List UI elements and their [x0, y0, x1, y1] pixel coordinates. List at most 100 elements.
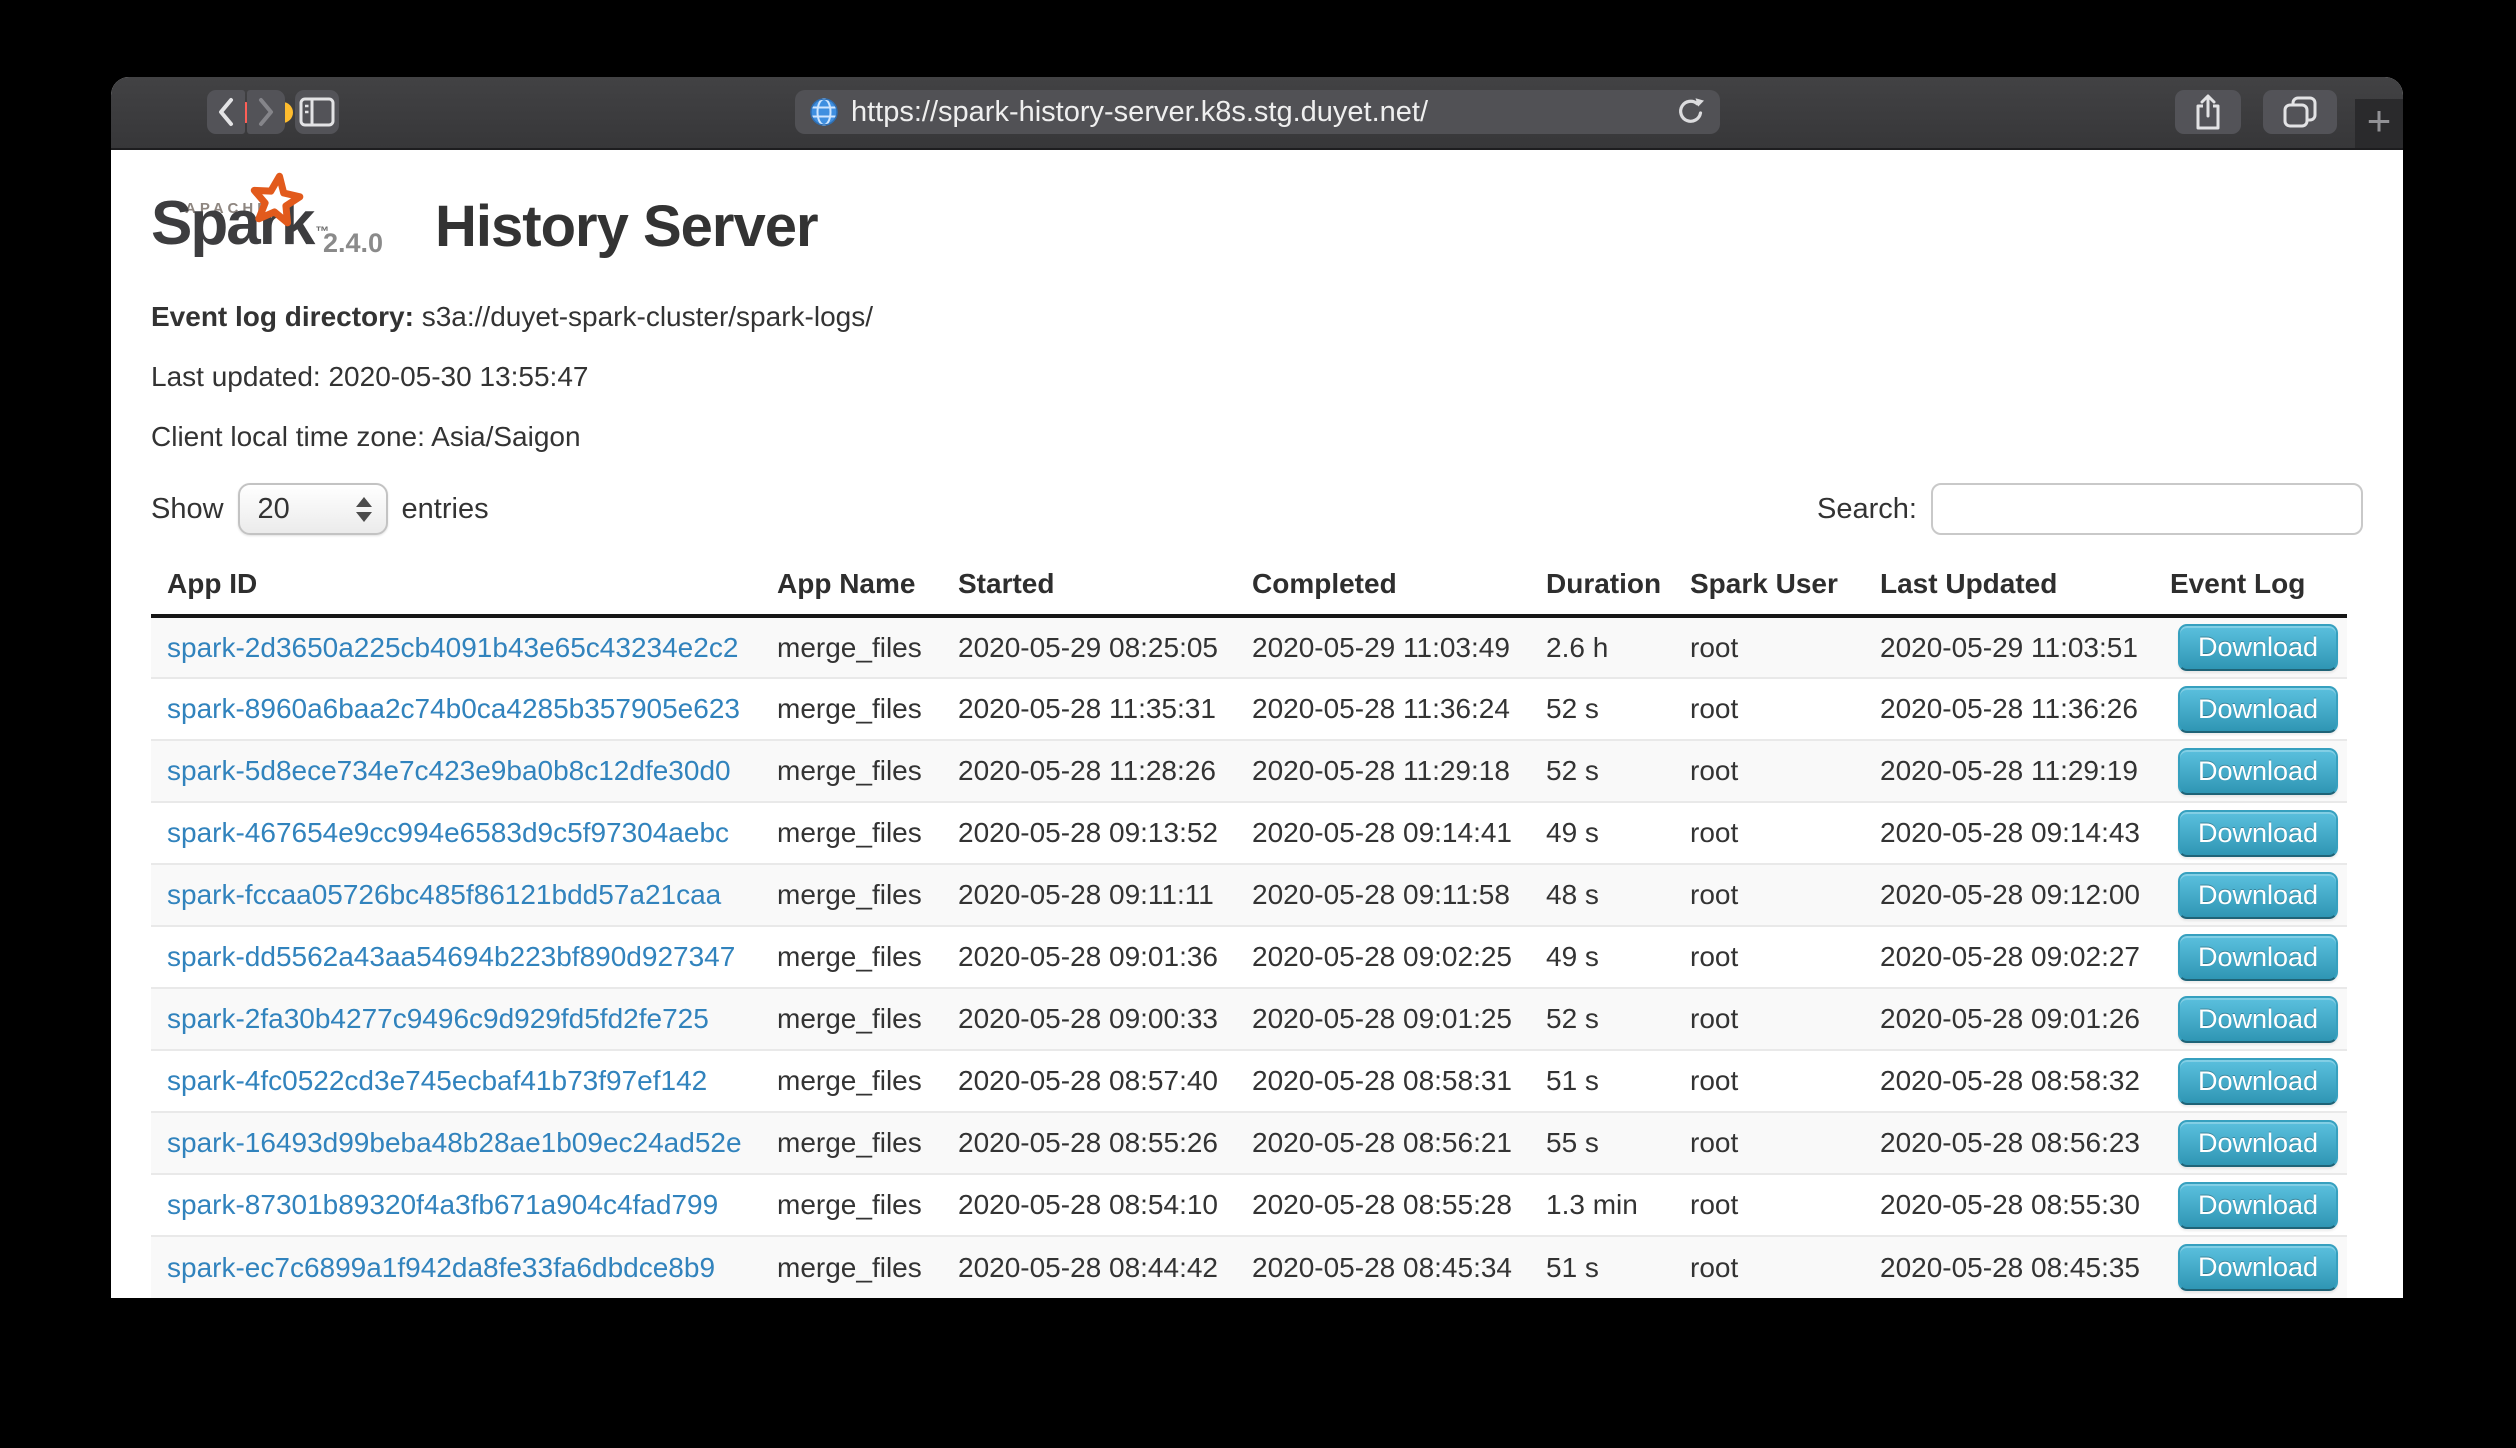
spark-user-cell: root — [1674, 616, 1864, 678]
page-header: APACHE Spark™ 2.4.0 History Server — [151, 174, 2363, 262]
column-header-app-id[interactable]: App ID — [151, 554, 761, 616]
download-button[interactable]: Download — [2178, 624, 2338, 671]
app-id-cell: spark-ec7c6899a1f942da8fe33fa6dbdce8b9 — [151, 1236, 761, 1298]
last-updated-cell: 2020-05-28 09:01:26 — [1864, 988, 2154, 1050]
tabs-icon — [2282, 95, 2318, 129]
app-id-link[interactable]: spark-ec7c6899a1f942da8fe33fa6dbdce8b9 — [167, 1252, 715, 1283]
column-header-last-updated[interactable]: Last Updated — [1864, 554, 2154, 616]
chevron-left-icon — [215, 96, 237, 128]
spark-user-cell: root — [1674, 678, 1864, 740]
app-id-cell: spark-4fc0522cd3e745ecbaf41b73f97ef142 — [151, 1050, 761, 1112]
table-row: spark-467654e9cc994e6583d9c5f97304aebcme… — [151, 802, 2347, 864]
event-log-cell: Download — [2154, 988, 2347, 1050]
duration-cell: 51 s — [1530, 1236, 1674, 1298]
download-button[interactable]: Download — [2178, 748, 2338, 795]
started-cell: 2020-05-28 09:00:33 — [942, 988, 1236, 1050]
app-id-link[interactable]: spark-4fc0522cd3e745ecbaf41b73f97ef142 — [167, 1065, 707, 1096]
chevron-right-icon — [255, 96, 277, 128]
column-header-duration[interactable]: Duration — [1530, 554, 1674, 616]
table-row: spark-5d8ece734e7c423e9ba0b8c12dfe30d0me… — [151, 740, 2347, 802]
event-log-cell: Download — [2154, 864, 2347, 926]
refresh-button[interactable] — [1676, 96, 1706, 128]
started-cell: 2020-05-28 08:55:26 — [942, 1112, 1236, 1174]
column-header-app-name[interactable]: App Name — [761, 554, 942, 616]
browser-window: https://spark-history-server.k8s.stg.duy… — [111, 77, 2403, 1298]
spark-history-page: APACHE Spark™ 2.4.0 History Server Event… — [111, 150, 2403, 1298]
forward-button[interactable] — [247, 90, 285, 134]
spark-user-cell: root — [1674, 864, 1864, 926]
event-log-cell: Download — [2154, 926, 2347, 988]
duration-cell: 48 s — [1530, 864, 1674, 926]
spark-version: 2.4.0 — [323, 228, 383, 259]
column-header-event-log[interactable]: Event Log — [2154, 554, 2347, 616]
app-id-cell: spark-16493d99beba48b28ae1b09ec24ad52e — [151, 1112, 761, 1174]
app-id-link[interactable]: spark-8960a6baa2c74b0ca4285b357905e623 — [167, 693, 740, 724]
download-button[interactable]: Download — [2178, 996, 2338, 1043]
completed-cell: 2020-05-28 11:29:18 — [1236, 740, 1530, 802]
column-header-started[interactable]: Started — [942, 554, 1236, 616]
app-id-link[interactable]: spark-16493d99beba48b28ae1b09ec24ad52e — [167, 1127, 742, 1158]
table-row: spark-8960a6baa2c74b0ca4285b357905e623me… — [151, 678, 2347, 740]
sidebar-toggle-button[interactable] — [295, 90, 339, 134]
search-area: Search: — [1817, 483, 2363, 535]
duration-cell: 52 s — [1530, 740, 1674, 802]
search-input[interactable] — [1931, 483, 2363, 535]
app-id-link[interactable]: spark-fccaa05726bc485f86121bdd57a21caa — [167, 879, 721, 910]
app-id-link[interactable]: spark-2d3650a225cb4091b43e65c43234e2c2 — [167, 632, 738, 663]
spark-user-cell: root — [1674, 740, 1864, 802]
last-updated-cell: 2020-05-28 11:29:19 — [1864, 740, 2154, 802]
download-button[interactable]: Download — [2178, 934, 2338, 981]
table-row: spark-4fc0522cd3e745ecbaf41b73f97ef142 me… — [151, 1050, 2347, 1112]
app-name-cell: merge_files — [761, 926, 942, 988]
share-button[interactable] — [2175, 90, 2241, 134]
browser-toolbar: https://spark-history-server.k8s.stg.duy… — [111, 77, 2403, 150]
address-bar[interactable]: https://spark-history-server.k8s.stg.duy… — [795, 90, 1720, 134]
page-size-select[interactable]: 20 — [238, 483, 388, 535]
download-button[interactable]: Download — [2178, 1058, 2338, 1105]
completed-cell: 2020-05-28 08:55:28 — [1236, 1174, 1530, 1236]
event-log-cell: Download — [2154, 1174, 2347, 1236]
tabs-overview-button[interactable] — [2263, 90, 2337, 134]
duration-cell: 52 s — [1530, 988, 1674, 1050]
started-cell: 2020-05-28 09:13:52 — [942, 802, 1236, 864]
download-button[interactable]: Download — [2178, 810, 2338, 857]
back-button[interactable] — [207, 90, 245, 134]
column-header-spark-user[interactable]: Spark User — [1674, 554, 1864, 616]
column-header-completed[interactable]: Completed — [1236, 554, 1530, 616]
download-button[interactable]: Download — [2178, 1120, 2338, 1167]
app-id-cell: spark-2d3650a225cb4091b43e65c43234e2c2 — [151, 616, 761, 678]
sidebar-icon — [299, 97, 335, 127]
app-id-link[interactable]: spark-2fa30b4277c9496c9d929fd5fd2fe725 — [167, 1003, 709, 1034]
started-cell: 2020-05-29 08:25:05 — [942, 616, 1236, 678]
last-updated-cell: 2020-05-28 09:14:43 — [1864, 802, 2154, 864]
app-id-link[interactable]: spark-87301b89320f4a3fb671a904c4fad799 — [167, 1189, 718, 1220]
last-updated-cell: 2020-05-28 08:45:35 — [1864, 1236, 2154, 1298]
download-button[interactable]: Download — [2178, 686, 2338, 733]
completed-cell: 2020-05-28 09:11:58 — [1236, 864, 1530, 926]
table-row: spark-87301b89320f4a3fb671a904c4fad799me… — [151, 1174, 2347, 1236]
app-id-link[interactable]: spark-467654e9cc994e6583d9c5f97304aebc — [167, 817, 729, 848]
download-button[interactable]: Download — [2178, 1244, 2338, 1291]
app-name-cell: merge_files — [761, 1050, 942, 1112]
table-row: spark-ec7c6899a1f942da8fe33fa6dbdce8b9 me… — [151, 1236, 2347, 1298]
globe-icon — [809, 97, 839, 127]
app-id-link[interactable]: spark-5d8ece734e7c423e9ba0b8c12dfe30d0 — [167, 755, 731, 786]
event-log-cell: Download — [2154, 740, 2347, 802]
app-name-cell: merge_files — [761, 864, 942, 926]
table-row: spark-dd5562a43aa54694b223bf890d927347 me… — [151, 926, 2347, 988]
started-cell: 2020-05-28 09:11:11 — [942, 864, 1236, 926]
started-cell: 2020-05-28 08:57:40 — [942, 1050, 1236, 1112]
download-button[interactable]: Download — [2178, 872, 2338, 919]
last-updated-line: Last updated: 2020-05-30 13:55:47 — [151, 360, 2363, 394]
new-tab-button[interactable]: + — [2355, 99, 2403, 148]
app-name-cell: merge_files — [761, 1236, 942, 1298]
duration-cell: 2.6 h — [1530, 616, 1674, 678]
spark-user-cell: root — [1674, 1112, 1864, 1174]
duration-cell: 49 s — [1530, 802, 1674, 864]
app-id-link[interactable]: spark-dd5562a43aa54694b223bf890d927347 — [167, 941, 735, 972]
download-button[interactable]: Download — [2178, 1182, 2338, 1229]
table-row: spark-2d3650a225cb4091b43e65c43234e2c2me… — [151, 616, 2347, 678]
spark-user-cell: root — [1674, 1236, 1864, 1298]
share-icon — [2193, 93, 2223, 131]
started-cell: 2020-05-28 08:44:42 — [942, 1236, 1236, 1298]
